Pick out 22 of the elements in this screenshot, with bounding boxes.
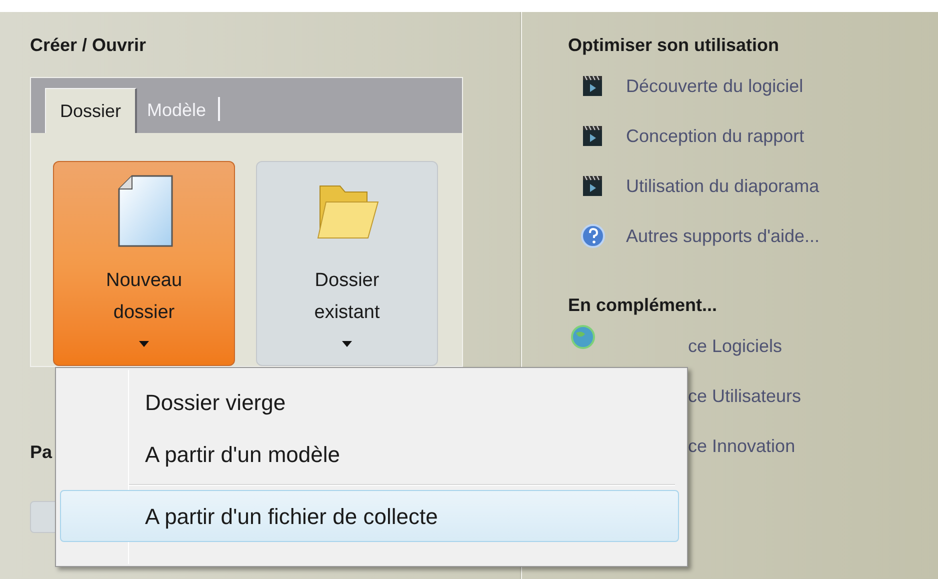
- section-heading: Pa: [30, 441, 52, 463]
- caret-icon: [139, 341, 149, 347]
- link[interactable]: ce Logiciels: [688, 332, 782, 360]
- tile-button[interactable]: Dossier existant: [256, 161, 438, 366]
- globe-icon: [570, 324, 596, 350]
- help-link[interactable]: Autres supports d'aide...: [626, 222, 820, 250]
- tile-button[interactable]: Nouveau dossier: [53, 161, 235, 366]
- menu-item[interactable]: Dossier vierge: [60, 376, 679, 428]
- menu-item[interactable]: A partir d'un modèle: [60, 428, 679, 480]
- link[interactable]: ce Utilisateurs: [688, 382, 802, 410]
- menu-item[interactable]: A partir d'un fichier de collecte: [60, 490, 679, 542]
- help-link[interactable]: Conception du rapport: [626, 122, 804, 150]
- section-heading: Optimiser son utilisation: [568, 34, 780, 57]
- help-icon: [580, 223, 606, 249]
- caret-icon: [342, 341, 352, 347]
- tab[interactable]: Modèle: [137, 88, 216, 133]
- link[interactable]: ce Innovation: [688, 432, 796, 460]
- section-heading: En complément...: [568, 294, 718, 317]
- tab[interactable]: Dossier: [45, 88, 138, 133]
- help-link[interactable]: Utilisation du diaporama: [626, 172, 820, 200]
- help-link[interactable]: Découverte du logiciel: [626, 72, 804, 100]
- section-heading: Créer / Ouvrir: [30, 34, 148, 57]
